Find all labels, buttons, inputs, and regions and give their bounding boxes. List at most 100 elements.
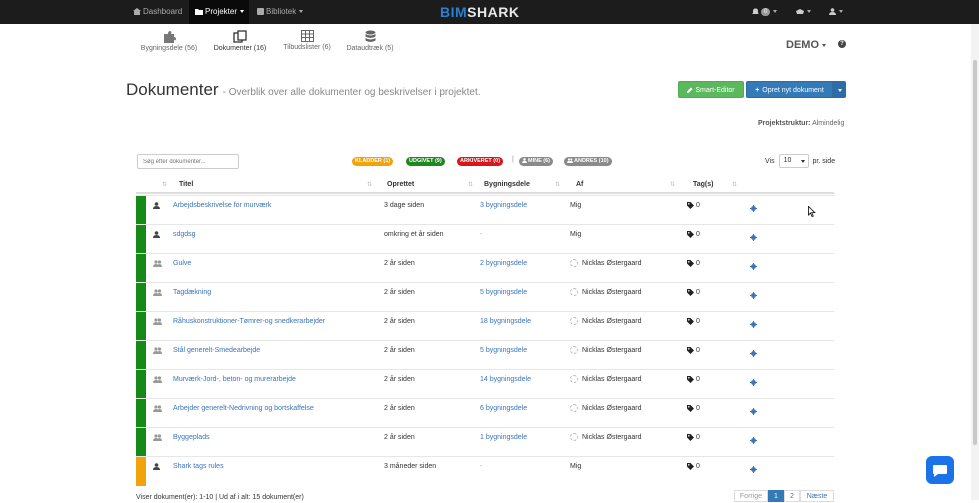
filter-published[interactable]: UDGIVET (9) [406, 157, 445, 166]
user-menu[interactable] [829, 0, 849, 24]
table-row[interactable]: Murværk-Jord-, beton- og murerarbejde 2 å… [136, 369, 834, 399]
help-icon[interactable]: ? [838, 40, 846, 48]
document-title-link[interactable]: Gulve [173, 260, 191, 267]
tags-cell[interactable]: 0 [687, 283, 700, 303]
sort-icon[interactable]: ⇅ [670, 176, 675, 194]
table-row[interactable]: Arbejder generelt-Nedrivning og bortskaf… [136, 398, 834, 428]
bell-icon [752, 8, 759, 15]
table-row[interactable]: Shark tags rules 3 måneder siden - Mig 0 [136, 456, 834, 486]
created-cell: omkring et år siden [384, 231, 444, 238]
gear-icon[interactable] [750, 205, 757, 212]
tags-cell[interactable]: 0 [687, 341, 700, 361]
tab-documents[interactable]: Dokumenter (16) [210, 30, 270, 52]
tab-data-extract[interactable]: Dataudtræk (5) [342, 30, 398, 52]
pagination-next[interactable]: Næste [800, 490, 834, 502]
tags-cell[interactable]: 0 [687, 428, 700, 448]
gear-icon[interactable] [750, 234, 757, 241]
tags-cell[interactable]: 0 [687, 196, 700, 216]
tags-cell[interactable]: 0 [687, 312, 700, 332]
filter-others[interactable]: ANDRES (10) [564, 157, 612, 166]
scrollbar-thumb[interactable] [973, 60, 977, 445]
created-cell: 2 år siden [384, 289, 415, 296]
building-parts-cell: 14 bygningsdele [480, 370, 531, 390]
column-header-tags[interactable]: Tag(s) [693, 176, 713, 194]
tags-cell[interactable]: 0 [687, 370, 700, 390]
tag-count: 0 [696, 260, 700, 267]
notifications-menu[interactable]: 0 [752, 0, 786, 24]
building-parts-link[interactable]: 5 bygningsdele [480, 347, 527, 354]
pagination-page-2[interactable]: 2 [784, 490, 800, 502]
avatar [570, 404, 578, 413]
sort-icon[interactable]: ⇅ [555, 176, 560, 194]
nav-projects[interactable]: Projekter [189, 0, 249, 24]
table-row[interactable]: Stål generelt-Smedearbejde 2 år siden 5 by… [136, 340, 834, 370]
building-parts-link[interactable]: 18 bygningsdele [480, 318, 531, 325]
document-title-link[interactable]: Byggeplads [173, 434, 210, 441]
document-title-link[interactable]: Arbejder generelt-Nedrivning og bortskaf… [173, 405, 314, 412]
building-parts-link[interactable]: 5 bygningsdele [480, 289, 527, 296]
pagination-previous[interactable]: Forrige [734, 490, 768, 502]
smart-editor-button[interactable]: Smart-Editor [678, 81, 744, 98]
gear-icon[interactable] [750, 437, 757, 444]
users-icon [153, 347, 162, 354]
gear-icon[interactable] [750, 408, 757, 415]
filter-drafts[interactable]: KLADDER (1) [352, 157, 394, 166]
building-parts-link[interactable]: 6 bygningsdele [480, 405, 527, 412]
chat-button[interactable] [926, 456, 954, 484]
project-selector[interactable]: DEMO [786, 39, 826, 51]
pagination-page-1[interactable]: 1 [768, 490, 784, 502]
logo-part-b: SHARK [467, 4, 520, 20]
filter-mine[interactable]: MINE (6) [519, 157, 553, 166]
sort-icon[interactable]: ⇅ [468, 176, 473, 194]
document-title-link[interactable]: Stål generelt-Smedearbejde [173, 347, 260, 354]
gear-icon[interactable] [750, 466, 757, 473]
tags-cell[interactable]: 0 [687, 457, 700, 477]
tags-cell[interactable]: 0 [687, 254, 700, 274]
tags-cell[interactable]: 0 [687, 225, 700, 245]
sort-icon[interactable]: ⇅ [367, 176, 372, 194]
document-title-link[interactable]: Arbejdsbeskrivelse for murværk [173, 202, 271, 209]
gear-icon[interactable] [750, 321, 757, 328]
gear-icon[interactable] [750, 263, 757, 270]
document-title-link[interactable]: Tagdækning [173, 289, 211, 296]
tab-building-parts[interactable]: Bygningsdele (56) [138, 30, 200, 52]
document-title-link[interactable]: Murværk-Jord-, beton- og murerarbejde [173, 376, 296, 383]
building-parts-link[interactable]: 14 bygningsdele [480, 376, 531, 383]
sort-icon[interactable]: ⇅ [732, 176, 737, 194]
document-title-link[interactable]: sdgdsg [173, 231, 196, 238]
column-header-building-parts[interactable]: Bygningsdele [484, 176, 530, 194]
table-row[interactable]: Gulve 2 år siden 2 bygningsdele Nicklas Øst… [136, 253, 834, 283]
gear-icon[interactable] [750, 292, 757, 299]
building-parts-link[interactable]: 3 bygningsdele [480, 202, 527, 209]
tab-offer-lists[interactable]: Tilbudslister (6) [278, 30, 336, 51]
table-row[interactable]: Byggeplads 2 år siden 1 bygningsdele Nickla… [136, 427, 834, 457]
gear-icon[interactable] [750, 379, 757, 386]
tag-icon [687, 317, 694, 325]
column-header-created[interactable]: Oprettet [387, 176, 414, 194]
table-row[interactable]: sdgdsg omkring et år siden - Mig 0 [136, 224, 834, 254]
building-parts-link[interactable]: 2 bygningsdele [480, 260, 527, 267]
document-title-link[interactable]: Råhuskonstruktioner-Tømrer-og snedkerarb… [173, 318, 325, 325]
nav-projects-label: Projekter [205, 7, 238, 16]
tag-count: 0 [696, 376, 700, 383]
document-title-link[interactable]: Shark tags rules [173, 463, 224, 470]
table-row[interactable]: Råhuskonstruktioner-Tømrer-og snedkerarb… [136, 311, 834, 341]
project-structure: Projektstruktur: Almindelig [758, 120, 844, 127]
sort-icon[interactable]: ⇅ [162, 176, 167, 194]
nav-dashboard[interactable]: Dashboard [124, 0, 188, 24]
nav-library[interactable]: Bibliotek [250, 0, 310, 24]
table-row[interactable]: Tagdækning 2 år siden 5 bygningsdele Nickla… [136, 282, 834, 312]
bimshark-logo[interactable]: BIMSHARK [440, 3, 519, 21]
create-document-button[interactable]: + Opret nyt dokument [746, 81, 833, 98]
tags-cell[interactable]: 0 [687, 399, 700, 419]
column-header-title[interactable]: Titel [179, 176, 193, 194]
table-row[interactable]: Arbejdsbeskrivelse for murværk 3 dage sid… [136, 195, 834, 225]
building-parts-link[interactable]: 1 bygningsdele [480, 434, 527, 441]
filter-archived[interactable]: ARKIVERET (0) [457, 157, 504, 166]
create-document-dropdown[interactable] [833, 81, 846, 98]
settings-menu[interactable] [796, 0, 816, 24]
search-input[interactable] [137, 154, 239, 169]
gear-icon[interactable] [750, 350, 757, 357]
per-page-select[interactable]: 10 [778, 154, 809, 168]
column-header-author[interactable]: Af [576, 176, 583, 194]
